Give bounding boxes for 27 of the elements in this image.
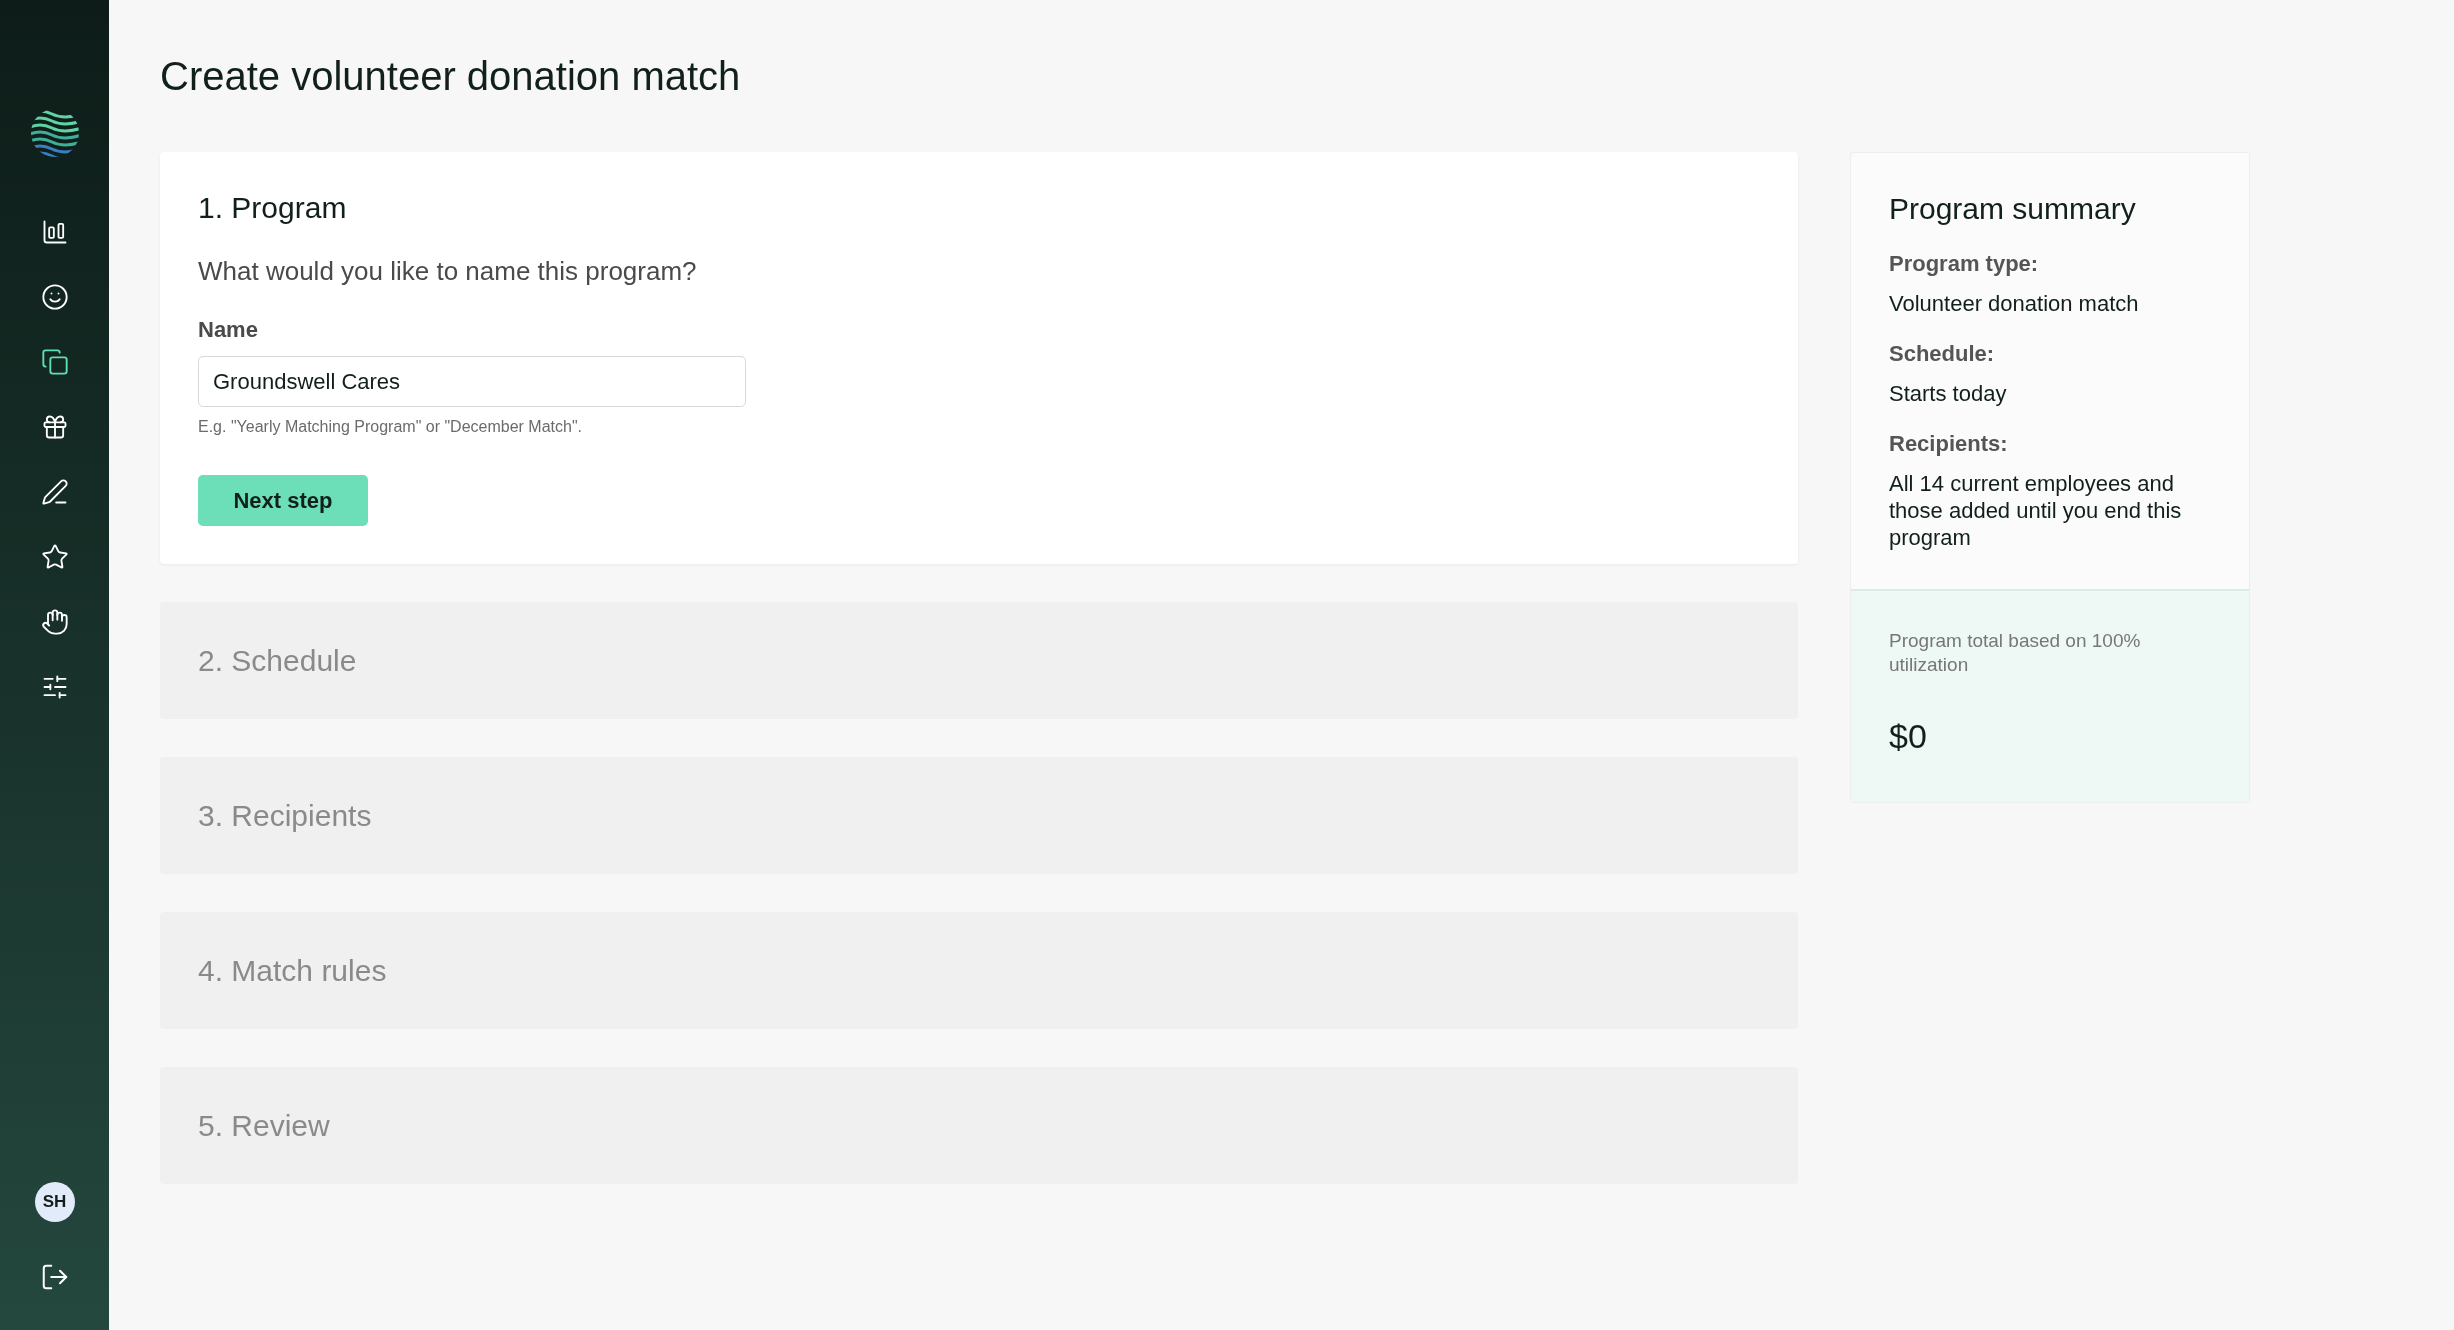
step-title: 1. Program (198, 190, 348, 226)
summary-value: Starts today (1889, 380, 2008, 407)
summary-title: Program summary (1889, 191, 2137, 227)
step-header[interactable]: 3. Recipients (160, 757, 1798, 874)
summary-value: Volunteer donation match (1889, 290, 2140, 317)
total-amount: $0 (1889, 716, 1927, 757)
summary-value: All 14 current employees and those added until you end this program (1889, 470, 2183, 551)
step-question: What would you like to name this program? (198, 255, 698, 288)
next-step-button[interactable]: Next step (198, 475, 368, 526)
name-field[interactable]: Groundswell Cares (198, 356, 746, 407)
pen-icon[interactable] (40, 478, 69, 506)
logo-icon (29, 108, 80, 158)
summary-label: Program type: (1889, 250, 2039, 278)
total-label: Program total based on 100% utilization (1889, 629, 2142, 677)
field-label: Name (198, 316, 258, 344)
step-header[interactable]: 2. Schedule (160, 602, 1798, 719)
hand-icon[interactable] (40, 608, 69, 636)
copy-icon[interactable] (40, 348, 69, 376)
summary-label: Schedule: (1889, 340, 1995, 368)
user-avatar[interactable]: SH (34, 1182, 75, 1222)
star-icon[interactable] (40, 543, 69, 571)
smiley-icon[interactable] (40, 283, 69, 311)
page-title: Create volunteer donation match (160, 53, 742, 100)
summary-label: Recipients: (1889, 430, 2008, 458)
step-header[interactable]: 5. Review (160, 1067, 1798, 1184)
field-hint: E.g. "Yearly Matching Program" or "December Match". (198, 417, 583, 437)
step-header[interactable]: 4. Match rules (160, 912, 1798, 1029)
